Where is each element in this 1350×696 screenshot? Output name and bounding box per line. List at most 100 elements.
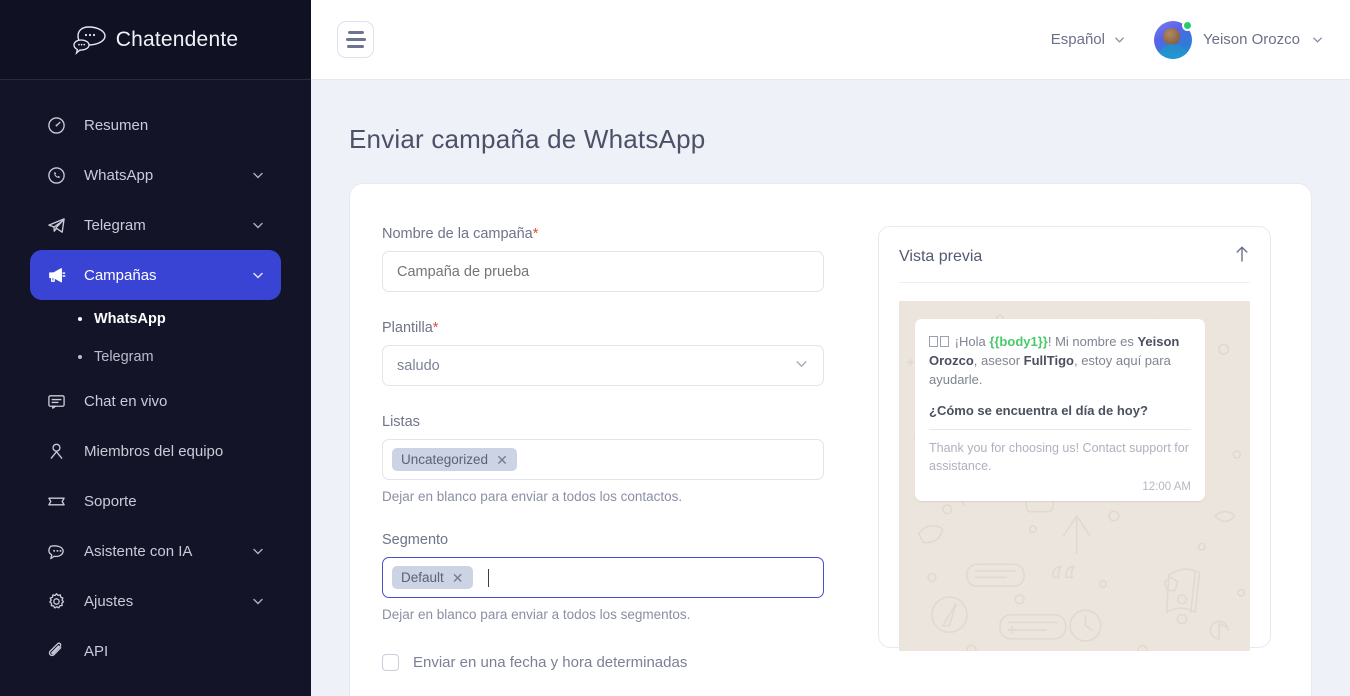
cut-off-text-below <box>878 660 1271 670</box>
chevron-down-icon[interactable] <box>251 268 265 282</box>
chevron-down-icon <box>794 356 809 375</box>
template-select[interactable]: saludo <box>382 345 824 386</box>
telegram-icon <box>46 215 66 235</box>
sidebar-item-label: Chat en vivo <box>84 392 168 410</box>
segment-label: Segmento <box>382 532 449 548</box>
sidebar-item-label: Asistente con IA <box>84 542 193 560</box>
user-icon <box>46 441 66 461</box>
gear-icon <box>46 591 66 611</box>
chevron-down-icon <box>1311 33 1324 46</box>
status-badge <box>1181 19 1193 31</box>
avatar-face <box>1162 27 1180 45</box>
campaign-name-input[interactable] <box>382 251 824 292</box>
template-variable: {{body1}} <box>989 334 1048 349</box>
campaign-name-label-text: Nombre de la campaña <box>382 226 533 242</box>
tag-label: Uncategorized <box>401 452 489 467</box>
app-root: Chatendente Resumen WhatsApp Telegram Ca… <box>0 0 1350 696</box>
preview-title: Vista previa <box>899 247 983 265</box>
sidebar-subitem-label: Telegram <box>94 349 154 365</box>
text-cursor <box>487 568 489 587</box>
company-name: FullTigo <box>1023 352 1074 368</box>
whatsapp-preview-canvas: ¡Hola {{body1}}! Mi nombre es Yeison Oro… <box>899 301 1250 651</box>
arrow-up-icon[interactable] <box>1234 245 1250 268</box>
template-selected-value: saludo <box>397 357 440 374</box>
paperclip-icon <box>46 641 66 661</box>
preview-header: Vista previa <box>899 245 1250 283</box>
brand-header[interactable]: Chatendente <box>0 0 311 80</box>
main-area: Español Yeison Orozco Enviar campaña de … <box>311 0 1350 696</box>
divider <box>929 428 1191 430</box>
message-mid: , asesor <box>973 352 1024 368</box>
user-name: Yeison Orozco <box>1202 31 1300 48</box>
sidebar-item-ajustes[interactable]: Ajustes <box>30 576 281 626</box>
chevron-down-icon[interactable] <box>251 544 265 558</box>
ai-chat-icon <box>46 541 66 561</box>
sidebar-item-asistente-con-ia[interactable]: Asistente con IA <box>30 526 281 576</box>
close-icon[interactable]: ✕ <box>496 453 508 467</box>
emoji-glyph <box>929 336 938 347</box>
sidebar-item-label: Resumen <box>84 116 149 134</box>
chevron-down-icon[interactable] <box>251 168 265 182</box>
hamburger-icon[interactable] <box>337 21 374 58</box>
user-menu[interactable]: Yeison Orozco <box>1153 19 1324 59</box>
required-mark: * <box>432 320 439 336</box>
sidebar-item-whatsapp[interactable]: WhatsApp <box>30 150 281 200</box>
schedule-row[interactable]: Enviar en una fecha y hora determinadas <box>382 654 824 671</box>
sidebar-item-resumen[interactable]: Resumen <box>30 100 281 150</box>
segment-tag-input[interactable]: Default ✕ <box>382 557 824 598</box>
tag-chip[interactable]: Uncategorized ✕ <box>392 448 517 471</box>
template-label-text: Plantilla <box>382 320 433 336</box>
top-bar: Español Yeison Orozco <box>311 0 1350 80</box>
tag-chip[interactable]: Default ✕ <box>392 566 473 589</box>
schedule-checkbox[interactable] <box>382 654 399 671</box>
form-column: Nombre de la campaña* Plantilla* saludo <box>382 226 824 696</box>
sidebar-item-miembros-del-equipo[interactable]: Miembros del equipo <box>30 426 281 476</box>
template-label: Plantilla* <box>382 320 824 336</box>
sidebar-item-label: Telegram <box>84 216 146 234</box>
bullet-icon <box>78 355 82 359</box>
preview-card: Vista previa ¡Hola {{body1}}! Mi nombre … <box>878 226 1271 651</box>
sidebar-subitem-label: WhatsApp <box>94 311 166 327</box>
page-title: Enviar campaña de WhatsApp <box>349 124 706 154</box>
message-footer: Thank you for choosing us! Contact suppo… <box>929 440 1189 473</box>
chevron-down-icon <box>1113 33 1126 46</box>
sidebar-nav: Resumen WhatsApp Telegram Campañas Whats… <box>0 80 311 676</box>
bullet-icon <box>78 317 82 321</box>
close-icon[interactable]: ✕ <box>452 571 464 585</box>
sidebar-item-api[interactable]: API <box>30 626 281 676</box>
chevron-down-icon[interactable] <box>251 594 265 608</box>
sidebar: Chatendente Resumen WhatsApp Telegram Ca… <box>0 0 311 696</box>
megaphone-icon <box>46 265 66 285</box>
hamburger-line <box>345 38 366 41</box>
sidebar-item-telegram[interactable]: Telegram <box>30 200 281 250</box>
schedule-label: Enviar en una fecha y hora determinadas <box>413 654 688 671</box>
sidebar-item-label: Campañas <box>84 266 157 284</box>
sidebar-item-soporte[interactable]: Soporte <box>30 476 281 526</box>
sidebar-item-label: API <box>84 642 109 660</box>
sidebar-item-chat-en-vivo[interactable]: Chat en vivo <box>30 376 281 426</box>
lists-hint: Dejar en blanco para enviar a todos los … <box>382 489 683 504</box>
sidebar-item-label: Miembros del equipo <box>84 442 224 460</box>
ticket-icon <box>46 491 66 511</box>
sidebar-item-campanas[interactable]: Campañas <box>30 250 281 300</box>
avatar <box>1153 19 1193 59</box>
language-selector[interactable]: Español <box>1051 31 1126 48</box>
sidebar-subitem-telegram[interactable]: Telegram <box>30 338 281 376</box>
sidebar-item-label: Soporte <box>84 492 137 510</box>
whatsapp-icon <box>46 165 66 185</box>
required-mark: * <box>532 226 539 242</box>
chat-icon <box>46 391 66 411</box>
lists-tag-input[interactable]: Uncategorized ✕ <box>382 439 824 480</box>
preview-column: Vista previa ¡Hola {{body1}}! Mi nombre … <box>878 226 1271 696</box>
chevron-down-icon[interactable] <box>251 218 265 232</box>
avatar-body <box>1157 43 1188 59</box>
sidebar-subitem-whatsapp[interactable]: WhatsApp <box>30 300 281 338</box>
sidebar-item-label: Ajustes <box>84 592 134 610</box>
dashboard-icon <box>46 115 66 135</box>
greeting-post: ! Mi nombre es <box>1047 334 1138 349</box>
lists-label: Listas <box>382 414 420 430</box>
page-content: Enviar campaña de WhatsApp Nombre de la … <box>311 80 1350 696</box>
message-body: ¡Hola {{body1}}! Mi nombre es Yeison Oro… <box>929 333 1191 390</box>
